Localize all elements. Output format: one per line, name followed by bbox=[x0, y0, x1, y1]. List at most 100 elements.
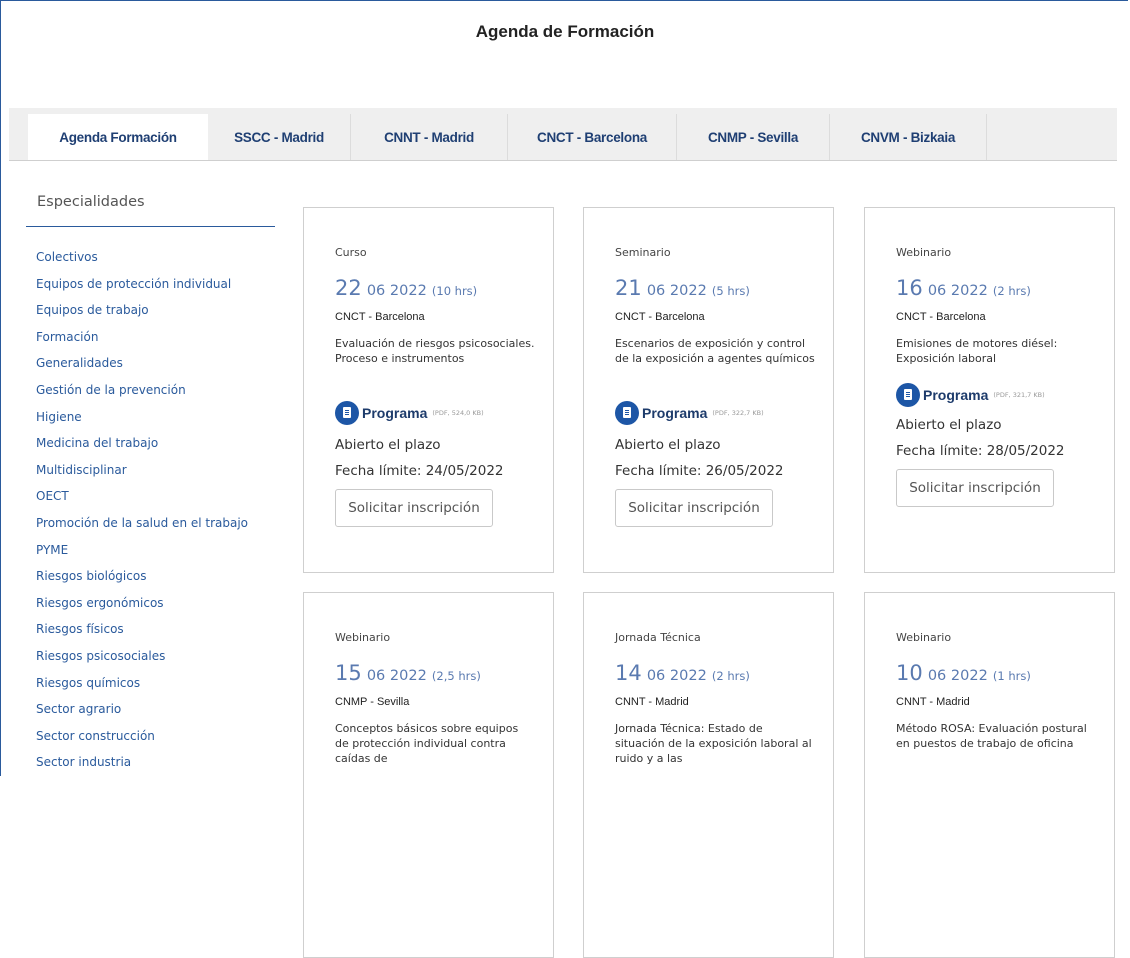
registration-status: Abierto el plazo bbox=[335, 437, 441, 453]
program-link[interactable]: Programa (PDF, 322,7 KB) bbox=[615, 401, 764, 425]
document-icon bbox=[335, 401, 359, 425]
sidebar-item[interactable]: Riesgos químicos bbox=[36, 676, 248, 703]
specialties-list: Colectivos Equipos de protección individ… bbox=[36, 250, 248, 782]
page-title: Agenda de Formación bbox=[475, 22, 655, 41]
program-file-info: (PDF, 524,0 KB) bbox=[432, 409, 484, 417]
sidebar-item[interactable]: Formación bbox=[36, 330, 248, 357]
event-date: 22 06 2022 (10 hrs) bbox=[335, 276, 477, 300]
event-type: Curso bbox=[335, 246, 367, 259]
event-center: CNCT - Barcelona bbox=[335, 311, 425, 323]
program-label: Programa bbox=[642, 405, 708, 421]
program-link[interactable]: Programa (PDF, 321,7 KB) bbox=[896, 383, 1045, 407]
register-button[interactable]: Solicitar inscripción bbox=[335, 489, 493, 527]
sidebar-item[interactable]: Generalidades bbox=[36, 356, 248, 383]
event-center: CNNT - Madrid bbox=[896, 696, 970, 708]
sidebar-item[interactable]: Equipos de trabajo bbox=[36, 303, 248, 330]
tab-sscc-madrid[interactable]: SSCC - Madrid bbox=[208, 114, 350, 160]
event-description: Conceptos básicos sobre equipos de prote… bbox=[335, 722, 519, 765]
event-day: 10 bbox=[896, 661, 923, 685]
document-icon bbox=[615, 401, 639, 425]
registration-deadline: Fecha límite: 26/05/2022 bbox=[615, 463, 784, 479]
tab-cnct-barcelona[interactable]: CNCT - Barcelona bbox=[508, 114, 676, 160]
event-duration: (2 hrs) bbox=[992, 284, 1031, 298]
event-center: CNCT - Barcelona bbox=[615, 311, 705, 323]
event-duration: (10 hrs) bbox=[431, 284, 478, 298]
event-description: Jornada Técnica: Estado de situación de … bbox=[615, 722, 812, 765]
sidebar-title: Especialidades bbox=[37, 194, 145, 210]
sidebar-item[interactable]: Sector agrario bbox=[36, 702, 248, 729]
sidebar-item[interactable]: Sector construcción bbox=[36, 729, 248, 756]
event-date: 15 06 2022 (2,5 hrs) bbox=[335, 661, 481, 685]
registration-deadline: Fecha límite: 28/05/2022 bbox=[896, 443, 1065, 459]
event-month-year: 06 2022 bbox=[646, 283, 707, 299]
program-label: Programa bbox=[362, 405, 428, 421]
sidebar-item[interactable]: Colectivos bbox=[36, 250, 248, 277]
sidebar-item[interactable]: Sector industria bbox=[36, 755, 248, 782]
tab-cnnt-madrid[interactable]: CNNT - Madrid bbox=[351, 114, 507, 160]
sidebar-item[interactable]: Medicina del trabajo bbox=[36, 436, 248, 463]
event-month-year: 06 2022 bbox=[366, 283, 427, 299]
sidebar-item[interactable]: Equipos de protección individual bbox=[36, 277, 248, 304]
sidebar-item[interactable]: Riesgos físicos bbox=[36, 622, 248, 649]
event-day: 21 bbox=[615, 276, 642, 300]
event-month-year: 06 2022 bbox=[927, 668, 988, 684]
sidebar-divider bbox=[26, 226, 275, 227]
registration-status: Abierto el plazo bbox=[615, 437, 721, 453]
sidebar-item[interactable]: Promoción de la salud en el trabajo bbox=[36, 516, 248, 543]
document-icon bbox=[896, 383, 920, 407]
event-date: 14 06 2022 (2 hrs) bbox=[615, 661, 750, 685]
event-day: 14 bbox=[615, 661, 642, 685]
program-file-info: (PDF, 322,7 KB) bbox=[712, 409, 764, 417]
event-date: 16 06 2022 (2 hrs) bbox=[896, 276, 1031, 300]
tab-agenda-formacion[interactable]: Agenda Formación bbox=[28, 114, 208, 160]
event-card: Webinario 10 06 2022 (1 hrs) CNNT - Madr… bbox=[864, 592, 1115, 958]
event-date: 10 06 2022 (1 hrs) bbox=[896, 661, 1031, 685]
event-description: Evaluación de riesgos psicosociales. Pro… bbox=[335, 337, 535, 365]
event-date: 21 06 2022 (5 hrs) bbox=[615, 276, 750, 300]
sidebar-item[interactable]: PYME bbox=[36, 543, 248, 570]
event-duration: (2,5 hrs) bbox=[431, 669, 481, 683]
event-type: Webinario bbox=[896, 631, 952, 644]
event-type: Webinario bbox=[335, 631, 391, 644]
sidebar-item[interactable]: Riesgos ergonómicos bbox=[36, 596, 248, 623]
event-center: CNNT - Madrid bbox=[615, 696, 689, 708]
tab-bar: Agenda Formación SSCC - Madrid CNNT - Ma… bbox=[9, 108, 1117, 161]
sidebar-item[interactable]: Higiene bbox=[36, 410, 248, 437]
event-center: CNMP - Sevilla bbox=[335, 696, 410, 708]
tab-divider bbox=[986, 114, 987, 160]
sidebar-item[interactable]: OECT bbox=[36, 489, 248, 516]
sidebar-item[interactable]: Multidisciplinar bbox=[36, 463, 248, 490]
event-card: Jornada Técnica 14 06 2022 (2 hrs) CNNT … bbox=[583, 592, 834, 958]
event-month-year: 06 2022 bbox=[927, 283, 988, 299]
event-day: 22 bbox=[335, 276, 362, 300]
event-card: Curso 22 06 2022 (10 hrs) CNCT - Barcelo… bbox=[303, 207, 554, 573]
event-card: Seminario 21 06 2022 (5 hrs) CNCT - Barc… bbox=[583, 207, 834, 573]
event-duration: (2 hrs) bbox=[711, 669, 750, 683]
program-link[interactable]: Programa (PDF, 524,0 KB) bbox=[335, 401, 484, 425]
event-type: Webinario bbox=[896, 246, 952, 259]
event-type: Seminario bbox=[615, 246, 671, 259]
register-button[interactable]: Solicitar inscripción bbox=[615, 489, 773, 527]
program-label: Programa bbox=[923, 387, 989, 403]
sidebar-item[interactable]: Riesgos psicosociales bbox=[36, 649, 248, 676]
event-card: Webinario 15 06 2022 (2,5 hrs) CNMP - Se… bbox=[303, 592, 554, 958]
register-button[interactable]: Solicitar inscripción bbox=[896, 469, 1054, 507]
event-duration: (5 hrs) bbox=[711, 284, 750, 298]
event-duration: (1 hrs) bbox=[992, 669, 1031, 683]
event-type: Jornada Técnica bbox=[615, 631, 701, 644]
tab-cnvm-bizkaia[interactable]: CNVM - Bizkaia bbox=[830, 114, 986, 160]
program-file-info: (PDF, 321,7 KB) bbox=[993, 391, 1045, 399]
event-day: 15 bbox=[335, 661, 362, 685]
event-description: Método ROSA: Evaluación postural en pues… bbox=[896, 722, 1087, 750]
event-center: CNCT - Barcelona bbox=[896, 311, 986, 323]
event-month-year: 06 2022 bbox=[646, 668, 707, 684]
event-month-year: 06 2022 bbox=[366, 668, 427, 684]
tab-cnmp-sevilla[interactable]: CNMP - Sevilla bbox=[677, 114, 829, 160]
event-description: Escenarios de exposición y control de la… bbox=[615, 337, 815, 365]
event-card: Webinario 16 06 2022 (2 hrs) CNCT - Barc… bbox=[864, 207, 1115, 573]
event-description: Emisiones de motores diésel: Exposición … bbox=[896, 337, 1058, 365]
sidebar-item[interactable]: Riesgos biológicos bbox=[36, 569, 248, 596]
event-day: 16 bbox=[896, 276, 923, 300]
registration-deadline: Fecha límite: 24/05/2022 bbox=[335, 463, 504, 479]
sidebar-item[interactable]: Gestión de la prevención bbox=[36, 383, 248, 410]
